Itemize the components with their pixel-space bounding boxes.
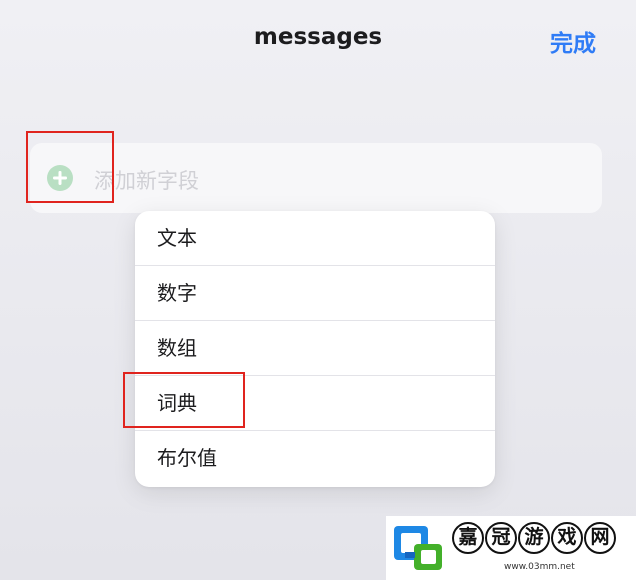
menu-item-dictionary[interactable]: 词典	[135, 376, 495, 431]
watermark-char: 网	[584, 522, 616, 554]
done-button[interactable]: 完成	[550, 24, 596, 58]
watermark-text: 嘉 冠 游 戏 网	[452, 522, 616, 554]
watermark-char: 游	[518, 522, 550, 554]
field-type-menu: 文本 数字 数组 词典 布尔值	[135, 211, 495, 487]
watermark-url: www.03mm.net	[504, 562, 575, 572]
add-field-placeholder: 添加新字段	[94, 169, 199, 193]
nav-title: messages	[253, 24, 383, 50]
shortcut-editor-screen: messages 完成 添加新字段 文本 数字 数组 词典 布尔值 嘉 冠 游 …	[0, 0, 636, 580]
plus-circle-icon[interactable]	[47, 165, 73, 191]
site-watermark: 嘉 冠 游 戏 网 www.03mm.net	[386, 516, 636, 580]
menu-item-array[interactable]: 数组	[135, 321, 495, 376]
menu-item-number[interactable]: 数字	[135, 266, 495, 321]
watermark-char: 嘉	[452, 522, 484, 554]
add-field-row[interactable]: 添加新字段	[30, 143, 602, 213]
site-logo-icon	[392, 522, 446, 574]
watermark-char: 戏	[551, 522, 583, 554]
watermark-char: 冠	[485, 522, 517, 554]
menu-item-text[interactable]: 文本	[135, 211, 495, 266]
menu-item-boolean[interactable]: 布尔值	[135, 431, 495, 486]
